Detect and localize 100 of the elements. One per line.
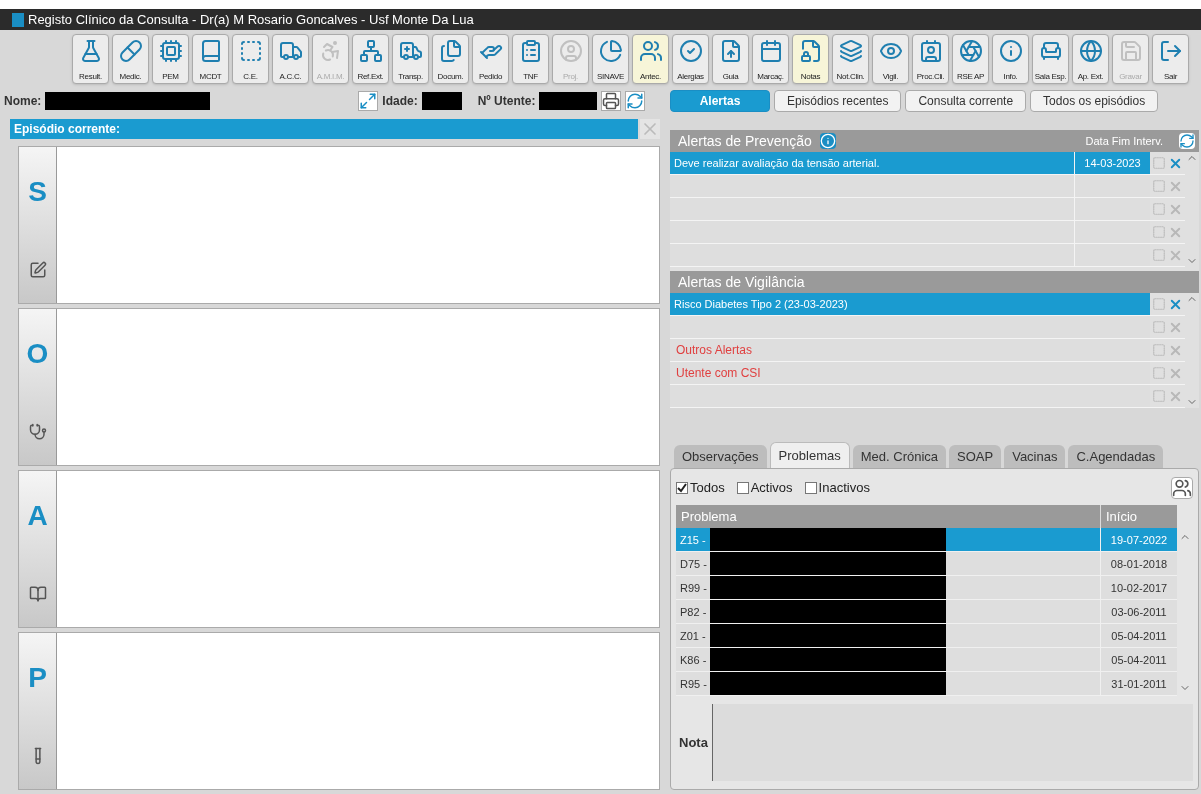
column-header: Problema [680, 508, 738, 526]
blank-page-icon[interactable] [1152, 297, 1166, 311]
table-cell[interactable]: 31-01-2011 [946, 672, 1177, 695]
exit-icon [1158, 39, 1183, 63]
ambulance-icon [398, 39, 423, 63]
toolbar-button[interactable]: Alergias [672, 34, 709, 84]
toolbar-button[interactable]: C.E. [232, 34, 269, 84]
people-icon [638, 39, 663, 63]
detail-tab[interactable]: Observações [674, 445, 767, 468]
globe-icon [1078, 39, 1103, 63]
blank-page-icon[interactable] [1152, 225, 1166, 239]
network-icon [358, 39, 383, 63]
window-title: Registo Clínico da Consulta - Dr(a) M Rosario Goncalves - Usf Monte Da Lua [28, 10, 474, 29]
redaction-block [539, 92, 598, 110]
redaction-block [421, 92, 462, 110]
toolbar-button[interactable]: Transp. [392, 34, 429, 84]
section-title: Alertas de Vigilância [678, 272, 805, 292]
toolbar-button[interactable]: Guia [712, 34, 749, 84]
detail-tab[interactable]: Vacinas [1004, 445, 1066, 468]
table-cell[interactable]: 05-04-2011 [946, 624, 1177, 647]
toolbar-button[interactable]: Medic. [112, 34, 149, 84]
people-icon[interactable] [1171, 477, 1193, 499]
table-cell[interactable]: R95 - [676, 672, 710, 695]
column-header: Data Fim Interv. [1085, 133, 1163, 149]
toolbar-button[interactable]: Result. [72, 34, 109, 84]
table-cell[interactable]: 10-02-2017 [946, 576, 1177, 599]
note-field[interactable] [712, 704, 1193, 781]
view-tab[interactable]: Consulta corrente [905, 90, 1027, 112]
patient-number-label: Nº Utente: [477, 93, 536, 110]
truck-icon [278, 39, 303, 63]
contact-card-icon [918, 39, 943, 63]
toolbar-button[interactable]: Ap. Ext. [1072, 34, 1109, 84]
name-label: Nome: [4, 93, 42, 110]
refresh-icon[interactable] [625, 91, 646, 111]
toolbar-button[interactable]: MCDT [192, 34, 229, 84]
pie-icon [598, 39, 623, 63]
toolbar-button[interactable]: Vigil. [872, 34, 909, 84]
toolbar-button[interactable]: Info. [992, 34, 1029, 84]
toolbar-button[interactable]: Sair [1152, 34, 1189, 84]
view-tab[interactable]: Episódios recentes [774, 90, 902, 112]
toolbar-button[interactable]: Ref.Ext. [352, 34, 389, 84]
open-book-icon [28, 585, 47, 603]
check-icon [677, 483, 687, 493]
table-cell[interactable]: R99 - [676, 576, 710, 599]
detail-tab[interactable]: SOAP [949, 445, 1002, 468]
toolbar-button[interactable]: Marcaç. [752, 34, 789, 84]
info-icon [998, 39, 1023, 63]
filter-checkbox[interactable]: Activos [736, 478, 793, 498]
blank-page-icon[interactable] [1152, 156, 1166, 170]
save-icon [1118, 39, 1143, 63]
blank-page-icon[interactable] [1152, 202, 1166, 216]
chair-icon [1038, 39, 1063, 63]
documents-icon [438, 39, 463, 63]
chip-icon [158, 39, 183, 63]
check-circle-icon [678, 39, 703, 63]
table-cell[interactable]: 05-04-2011 [946, 648, 1177, 671]
close-icon[interactable] [640, 119, 660, 139]
printer-icon[interactable] [601, 91, 622, 111]
filter-checkbox[interactable]: Todos [676, 478, 725, 498]
blank-page-icon[interactable] [1152, 343, 1166, 357]
table-cell[interactable]: 08-01-2018 [946, 552, 1177, 575]
toolbar-button[interactable]: Notas [792, 34, 829, 84]
edit-icon [28, 261, 47, 279]
detail-tab[interactable]: Med. Crónica [852, 445, 947, 468]
section-title: Alertas de Prevenção [678, 131, 812, 151]
table-cell[interactable]: 03-06-2011 [946, 600, 1177, 623]
table-cell[interactable]: P82 - [676, 600, 710, 623]
detail-tab[interactable]: C.Agendadas [1068, 445, 1164, 468]
toolbar-button[interactable]: SINAVE [592, 34, 629, 84]
user-circle-icon [558, 39, 583, 63]
pill-icon [118, 39, 143, 63]
aperture-icon [958, 39, 983, 63]
blank-page-icon[interactable] [1152, 366, 1166, 380]
blank-page-icon[interactable] [1152, 248, 1166, 262]
view-tab[interactable]: Todos os episódios [1030, 90, 1159, 112]
toolbar-button[interactable]: A.C.C. [272, 34, 309, 84]
toolbar-button[interactable]: Pedido [472, 34, 509, 84]
toolbar-button[interactable]: RSE AP [952, 34, 989, 84]
table-cell[interactable]: Z01 - [676, 624, 710, 647]
detail-tab[interactable]: Problemas [769, 442, 850, 468]
toolbar-button[interactable]: Antec. [632, 34, 669, 84]
table-cell[interactable]: K86 - [676, 648, 710, 671]
toolbar-button[interactable]: PEM [152, 34, 189, 84]
table-cell[interactable]: D75 - [676, 552, 710, 575]
blank-page-icon[interactable] [1152, 320, 1166, 334]
toolbar-button[interactable]: Sala Esp. [1032, 34, 1069, 84]
blank-page-icon[interactable] [1152, 389, 1166, 403]
refresh-icon[interactable] [1179, 133, 1195, 149]
blank-page-icon[interactable] [1152, 179, 1166, 193]
toolbar-button[interactable]: Proc.Cli. [912, 34, 949, 84]
info-icon[interactable] [819, 133, 836, 149]
toolbar-button[interactable]: Not.Clin. [832, 34, 869, 84]
note-label: Nota [678, 733, 709, 752]
filter-checkbox[interactable]: Inactivos [804, 478, 870, 498]
expand-icon[interactable] [358, 91, 379, 111]
episode-title: Episódio corrente: [14, 121, 120, 138]
app-logo-icon [12, 12, 24, 27]
toolbar-button[interactable]: TNF [512, 34, 549, 84]
calendar-icon [758, 39, 783, 63]
toolbar-button[interactable]: Docum. [432, 34, 469, 84]
